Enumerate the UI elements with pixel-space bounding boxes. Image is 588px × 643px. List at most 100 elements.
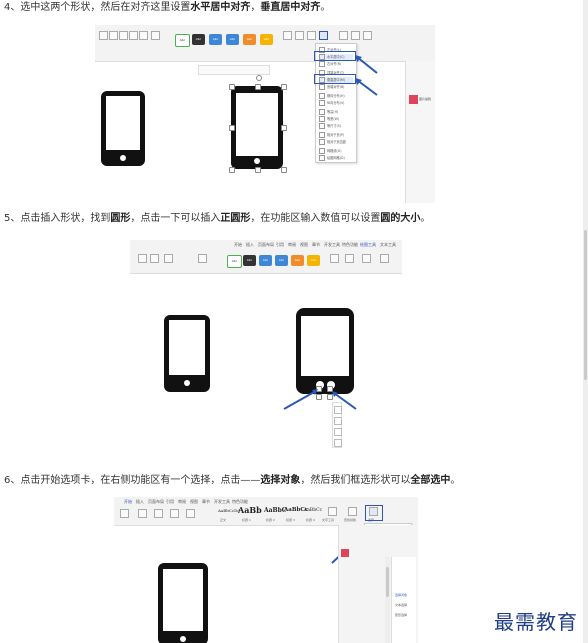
indent-icon[interactable] xyxy=(129,31,138,40)
align-text-icon[interactable] xyxy=(170,509,179,518)
outline-icon[interactable] xyxy=(283,31,292,40)
menu-item-same-height[interactable]: 等高(H) xyxy=(319,109,353,115)
style-swatch-6[interactable]: Abc xyxy=(307,255,320,266)
spacing-icon[interactable] xyxy=(186,509,195,518)
shape-mini-toolbar[interactable] xyxy=(198,65,270,75)
menu-item-distribute-v[interactable]: 纵向分布(V) xyxy=(319,100,353,106)
style-normal-sample[interactable]: AaBbCcDd xyxy=(218,508,240,513)
group-icon[interactable] xyxy=(339,31,348,40)
tab-review[interactable]: 审阅 xyxy=(288,242,296,248)
tab-insert[interactable]: 插入 xyxy=(136,499,144,505)
edit-shape-icon[interactable] xyxy=(150,254,159,263)
style-caption-h1: 标题 1 xyxy=(242,518,251,522)
tab-devtools[interactable]: 开发工具 xyxy=(324,242,340,248)
menu-item-relative-margin[interactable]: 相对于页边距 xyxy=(319,139,353,145)
group-icon[interactable] xyxy=(380,254,389,263)
tab-chapter[interactable]: 章节 xyxy=(202,499,210,505)
pane-tag[interactable] xyxy=(341,549,349,557)
style-swatch-4[interactable]: Abc xyxy=(226,34,239,45)
menu-item-align-right[interactable]: 右对齐(R) xyxy=(319,61,353,67)
tab-chapter[interactable]: 章节 xyxy=(312,242,320,248)
selection-pane-icon[interactable] xyxy=(363,31,372,40)
tab-review[interactable]: 审阅 xyxy=(178,499,186,505)
page-scrollbar-thumb[interactable] xyxy=(584,230,587,380)
format-icon[interactable] xyxy=(109,31,118,40)
style-swatch-4[interactable]: Abc xyxy=(275,255,288,266)
text-tools-icon[interactable] xyxy=(328,507,337,516)
style-swatch-3[interactable]: Abc xyxy=(259,255,272,266)
tab-reference[interactable]: 引用 xyxy=(166,499,174,505)
effect-icon[interactable] xyxy=(345,254,354,263)
tab-insert[interactable]: 插入 xyxy=(246,242,254,248)
menu-item-relative-page[interactable]: 相对于页(P) xyxy=(319,132,353,138)
pen-icon[interactable] xyxy=(334,406,342,414)
style-icon[interactable] xyxy=(334,417,342,425)
rotate-icon[interactable] xyxy=(351,31,360,40)
effect-icon[interactable] xyxy=(295,31,304,40)
menu-item-distribute-h[interactable]: 横向分布(H) xyxy=(319,93,353,99)
menu-item-gridlines[interactable]: 网格线(G) xyxy=(319,148,353,154)
screenshot-select-objects: 开始 插入 页面布局 引用 审阅 视图 章节 开发工具 特色功能 AaBbCcD… xyxy=(114,497,418,643)
fill-icon[interactable] xyxy=(151,31,160,40)
pane-item-select-objects[interactable]: 选择对象 xyxy=(395,593,407,597)
rotate-handle-icon[interactable] xyxy=(256,75,262,81)
phone-shape-right[interactable] xyxy=(231,86,283,169)
tab-view[interactable]: 视图 xyxy=(300,242,308,248)
tab-home[interactable]: 开始 xyxy=(234,242,242,248)
phone-shape[interactable] xyxy=(158,563,208,643)
search-icon[interactable] xyxy=(348,507,357,516)
tab-layout[interactable]: 页面布局 xyxy=(148,499,164,505)
step-6-caption: 6、点击开始选项卡，在右侧功能区有一个选择，点击——选择对象，然后我们框选形状可… xyxy=(4,475,461,486)
style-swatch-2[interactable]: Abc xyxy=(243,255,256,266)
shape-insert-icon[interactable] xyxy=(138,254,147,263)
more-icon[interactable] xyxy=(334,439,342,447)
phone-shape-right[interactable] xyxy=(296,308,354,394)
style-swatch-1[interactable]: Abc xyxy=(227,255,242,268)
list-icon[interactable] xyxy=(138,509,147,518)
tab-features[interactable]: 特色功能 xyxy=(342,242,358,248)
menu-item-drawing-grid[interactable]: 绘图网格(D) xyxy=(319,155,353,161)
phone-shape-left[interactable] xyxy=(164,315,210,392)
style-swatch-2[interactable]: Abc xyxy=(192,34,205,45)
pane-item-text-select[interactable]: 文本选择 xyxy=(395,603,407,607)
align-dropdown: 左对齐(L) 水平居中(C) 右对齐(R) 顶端对齐(T) 垂直居中(M) 底端… xyxy=(315,43,357,163)
style-swatch-3[interactable]: Abc xyxy=(209,34,222,45)
style-caption-h3: 标题 3 xyxy=(286,518,295,522)
style-heading1-sample[interactable]: AaBb xyxy=(238,505,262,515)
menu-tabs: 开始 插入 页面布局 引用 审阅 视图 章节 开发工具 特色功能 绘图工具 文本… xyxy=(130,240,402,249)
align-icon[interactable] xyxy=(362,254,371,263)
tab-home[interactable]: 开始 xyxy=(124,499,132,505)
layout-icon[interactable] xyxy=(334,428,342,436)
style-swatch-6[interactable]: Abc xyxy=(260,34,273,45)
tab-layout[interactable]: 页面布局 xyxy=(258,242,274,248)
style-swatch-5[interactable]: Abc xyxy=(243,34,256,45)
pane-item-rect-select[interactable]: 矩形选择 xyxy=(395,613,407,617)
style-swatch-1[interactable]: Abc xyxy=(175,34,190,47)
pane-scrollbar[interactable] xyxy=(385,557,390,643)
tab-text-tools[interactable]: 文本工具 xyxy=(380,242,396,248)
list-icon[interactable] xyxy=(119,31,128,40)
tab-drawing-tools[interactable]: 绘图工具 xyxy=(360,242,376,248)
highlight-align-middle xyxy=(314,74,356,84)
style-swatch-5[interactable]: Abc xyxy=(291,255,304,266)
border-icon[interactable] xyxy=(139,31,148,40)
menu-item-same-width[interactable]: 等宽(W) xyxy=(319,116,353,122)
menu-item-same-size[interactable]: 等尺寸(S) xyxy=(319,123,353,129)
paste-icon[interactable] xyxy=(99,31,108,40)
style-heading4-sample[interactable]: AaBbCc xyxy=(304,508,322,513)
tab-view[interactable]: 视图 xyxy=(190,499,198,505)
indent-icon[interactable] xyxy=(154,509,163,518)
wrap-icon[interactable] xyxy=(307,31,316,40)
tab-devtools[interactable]: 开发工具 xyxy=(214,499,230,505)
menu-item-align-bottom[interactable]: 底端对齐(B) xyxy=(319,84,353,90)
page-scrollbar[interactable] xyxy=(583,0,588,643)
align-icon[interactable] xyxy=(319,31,328,40)
fill-icon[interactable] xyxy=(198,254,207,263)
tab-reference[interactable]: 引用 xyxy=(276,242,284,248)
outline-icon[interactable] xyxy=(330,254,339,263)
shape-float-toolbar[interactable] xyxy=(332,402,342,448)
paste-icon[interactable] xyxy=(120,509,129,518)
text-box-icon[interactable] xyxy=(164,254,173,263)
edit-tag[interactable] xyxy=(409,95,418,104)
phone-shape-left[interactable] xyxy=(101,91,145,166)
